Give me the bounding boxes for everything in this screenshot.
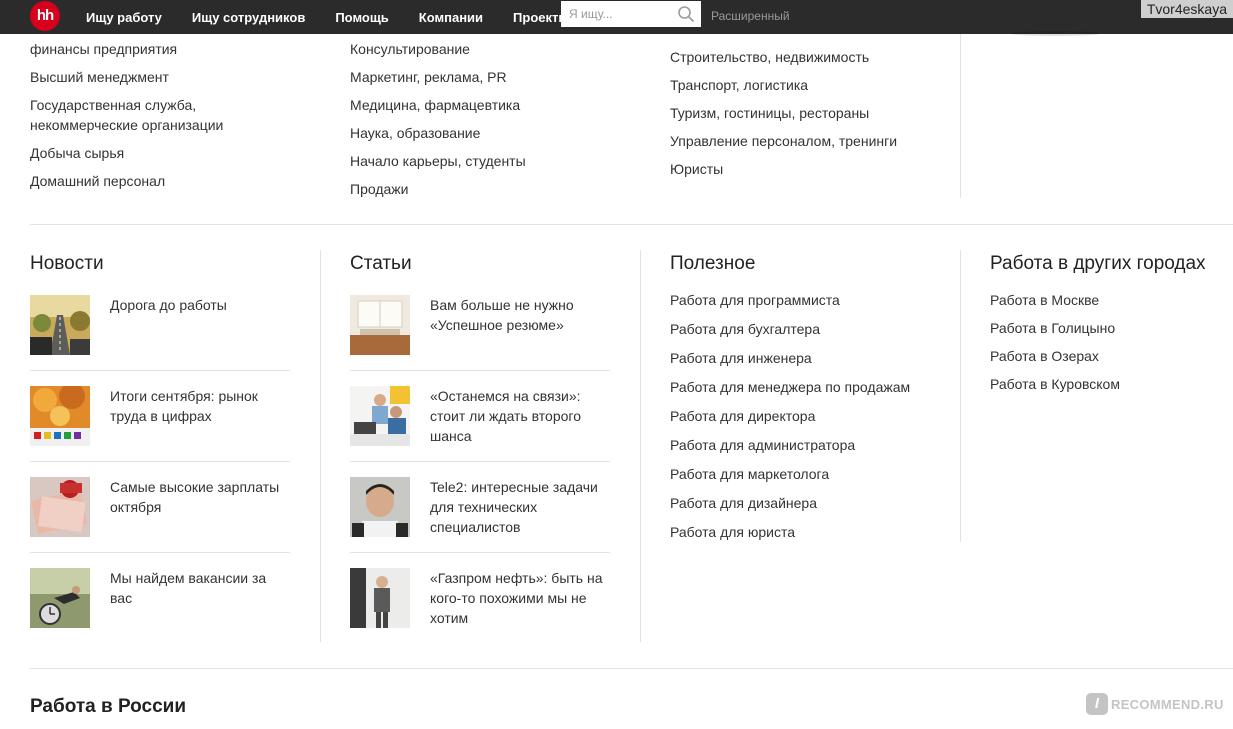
news-title: Новости [30, 253, 104, 274]
useful-link[interactable]: Работа для администратора [670, 435, 910, 455]
useful-link[interactable]: Работа для бухгалтера [670, 319, 910, 339]
advanced-search-link[interactable]: Расширенный [711, 9, 790, 23]
username-label: Tvor4eskaya [1140, 0, 1233, 18]
road-thumbnail-image [30, 295, 90, 355]
section-divider [30, 668, 1233, 669]
city-link[interactable]: Работа в Куровском [990, 374, 1120, 394]
city-link[interactable]: Работа в Москве [990, 290, 1120, 310]
item-divider [350, 370, 610, 371]
city-links: Работа в Москве Работа в Голицыно Работа… [990, 290, 1120, 402]
useful-link[interactable]: Работа для дизайнера [670, 493, 910, 513]
category-column-3: Строительство, недвижимость Транспорт, л… [670, 47, 897, 187]
article-item-title[interactable]: «Газпром нефть»: быть на кого-то похожим… [430, 568, 610, 628]
useful-links: Работа для программиста Работа для бухга… [670, 290, 910, 551]
useful-link[interactable]: Работа для директора [670, 406, 910, 426]
category-column-2: Консультирование Маркетинг, реклама, PR … [350, 39, 526, 207]
category-link[interactable]: Продажи [350, 179, 526, 199]
search-input[interactable] [561, 1, 669, 27]
hh-logo[interactable]: hh [30, 1, 60, 31]
column-divider [960, 34, 961, 198]
category-column-1: финансы предприятия Высший менеджмент Го… [30, 39, 250, 199]
category-link[interactable]: Государственная служба, некоммерческие о… [30, 95, 250, 135]
column-divider [960, 250, 961, 542]
category-link[interactable]: Юристы [670, 159, 897, 179]
useful-link[interactable]: Работа для юриста [670, 522, 910, 542]
top-navigation-bar: hh Ищу работу Ищу сотрудников Помощь Ком… [0, 0, 1233, 34]
decorative-shadow [1010, 31, 1100, 36]
category-link[interactable]: Домашний персонал [30, 171, 250, 191]
colleagues-thumbnail-image [350, 386, 410, 446]
relaxing-man-thumbnail-image [30, 568, 90, 628]
news-item-title[interactable]: Самые высокие зарплаты октября [110, 477, 290, 517]
nav-companies[interactable]: Компании [419, 10, 483, 25]
category-link[interactable]: финансы предприятия [30, 39, 250, 59]
item-divider [350, 552, 610, 553]
category-link[interactable]: Наука, образование [350, 123, 526, 143]
column-divider [320, 250, 321, 642]
item-divider [30, 370, 290, 371]
article-item-title[interactable]: Вам больше не нужно «Успешное резюме» [430, 295, 610, 335]
office-room-thumbnail-image [350, 295, 410, 355]
businessman-thumbnail-image [350, 568, 410, 628]
item-divider [30, 461, 290, 462]
man-portrait-thumbnail-image [350, 477, 410, 537]
category-link[interactable]: Маркетинг, реклама, PR [350, 67, 526, 87]
category-link[interactable]: Начало карьеры, студенты [350, 151, 526, 171]
section-divider [30, 224, 1233, 225]
article-item-title[interactable]: Tele2: интересные задачи для технических… [430, 477, 610, 537]
useful-link[interactable]: Работа для маркетолога [670, 464, 910, 484]
search-box [561, 1, 701, 27]
category-link[interactable]: Транспорт, логистика [670, 75, 897, 95]
nav-help[interactable]: Помощь [335, 10, 388, 25]
autumn-leaves-thumbnail-image [30, 386, 90, 446]
category-link[interactable]: Консультирование [350, 39, 526, 59]
nav-find-employees[interactable]: Ищу сотрудников [192, 10, 305, 25]
column-divider [640, 250, 641, 642]
category-link[interactable]: Добыча сырья [30, 143, 250, 163]
search-icon[interactable] [677, 5, 695, 23]
category-link[interactable]: Медицина, фармацевтика [350, 95, 526, 115]
money-thumbnail-image [30, 477, 90, 537]
watermark-text: RECOMMEND.RU [1111, 696, 1224, 712]
city-link[interactable]: Работа в Голицыно [990, 318, 1120, 338]
category-link[interactable]: Строительство, недвижимость [670, 47, 897, 67]
useful-link[interactable]: Работа для менеджера по продажам [670, 377, 910, 397]
news-item-title[interactable]: Итоги сентября: рынок труда в цифрах [110, 386, 290, 426]
article-item-title[interactable]: «Останемся на связи»: стоит ли ждать вто… [430, 386, 610, 446]
item-divider [30, 552, 290, 553]
main-nav: Ищу работу Ищу сотрудников Помощь Компан… [86, 0, 599, 34]
irecommend-logo-icon: I [1086, 693, 1108, 715]
articles-title: Статьи [350, 253, 412, 274]
item-divider [350, 461, 610, 462]
category-link[interactable]: Высший менеджмент [30, 67, 250, 87]
useful-link[interactable]: Работа для инженера [670, 348, 910, 368]
nav-find-job[interactable]: Ищу работу [86, 10, 162, 25]
news-item-title[interactable]: Мы найдем вакансии за вас [110, 568, 290, 608]
city-link[interactable]: Работа в Озерах [990, 346, 1120, 366]
cities-title: Работа в других городах [990, 253, 1206, 274]
watermark: I RECOMMEND.RU [1086, 693, 1224, 715]
useful-link[interactable]: Работа для программиста [670, 290, 910, 310]
category-link[interactable]: Туризм, гостиницы, рестораны [670, 103, 897, 123]
category-link[interactable]: Управление персоналом, тренинги [670, 131, 897, 151]
news-item-title[interactable]: Дорога до работы [110, 295, 290, 315]
russia-jobs-title: Работа в России [30, 696, 187, 717]
useful-title: Полезное [670, 253, 756, 274]
